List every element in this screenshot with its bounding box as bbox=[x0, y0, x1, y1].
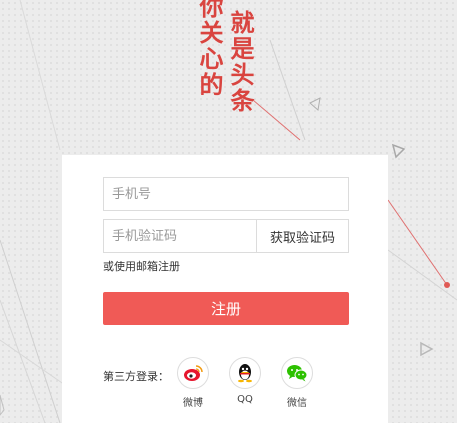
qq-login[interactable]: QQ bbox=[228, 357, 262, 405]
wechat-label: 微信 bbox=[287, 398, 307, 409]
slogan-line-2: 就是头条 bbox=[226, 10, 254, 114]
phone-input[interactable] bbox=[104, 178, 348, 210]
sms-code-field: 获取验证码 bbox=[103, 219, 349, 253]
qq-icon[interactable] bbox=[229, 357, 261, 389]
get-code-button[interactable]: 获取验证码 bbox=[256, 220, 348, 252]
wechat-icon[interactable] bbox=[281, 357, 313, 389]
wechat-login[interactable]: 微信 bbox=[280, 357, 314, 409]
third-party-label: 第三方登录： bbox=[103, 370, 169, 383]
sms-code-input[interactable] bbox=[104, 220, 254, 252]
email-register-link[interactable]: 邮箱注册 bbox=[136, 260, 180, 273]
alt-register: 或使用邮箱注册 bbox=[103, 258, 180, 274]
slogan-line-1: 你关心的 bbox=[195, 0, 223, 98]
register-button[interactable]: 注册 bbox=[103, 292, 349, 325]
weibo-login[interactable]: 微博 bbox=[176, 357, 210, 409]
phone-field bbox=[103, 177, 349, 211]
qq-label: QQ bbox=[237, 394, 253, 405]
weibo-label: 微博 bbox=[183, 398, 203, 409]
weibo-icon[interactable] bbox=[177, 357, 209, 389]
register-panel: 获取验证码 或使用邮箱注册 注册 第三方登录： 微博 bbox=[62, 155, 388, 423]
alt-register-prefix: 或使用 bbox=[103, 260, 136, 273]
